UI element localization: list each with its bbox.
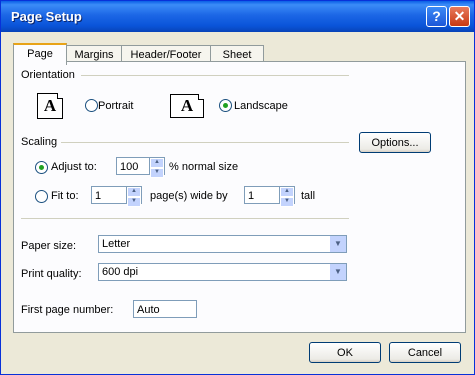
adjust-suffix-label: % normal size bbox=[169, 161, 239, 173]
spin-up-icon[interactable]: ▲ bbox=[150, 158, 164, 168]
print-quality-value: 600 dpi bbox=[102, 266, 139, 278]
fit-to-radio[interactable] bbox=[35, 190, 48, 203]
landscape-page-icon: A bbox=[170, 94, 204, 118]
orientation-divider bbox=[81, 75, 349, 77]
portrait-page-icon: A bbox=[37, 93, 63, 119]
first-page-number-label: First page number: bbox=[21, 304, 114, 316]
print-quality-select[interactable]: 600 dpi ▼ bbox=[98, 263, 347, 281]
adjust-to-label[interactable]: Adjust to: bbox=[51, 161, 97, 173]
ok-button[interactable]: OK bbox=[309, 342, 381, 363]
adjust-percent-spinner[interactable]: ▲ ▼ bbox=[150, 157, 165, 178]
adjust-to-radio[interactable] bbox=[35, 161, 48, 174]
spin-up-icon[interactable]: ▲ bbox=[280, 187, 294, 197]
first-page-number-input[interactable]: Auto bbox=[133, 300, 197, 318]
fit-to-label[interactable]: Fit to: bbox=[51, 190, 79, 202]
options-button[interactable]: Options... bbox=[359, 132, 431, 153]
fit-tall-input[interactable]: 1 bbox=[244, 186, 280, 204]
fit-wide-input[interactable]: 1 bbox=[91, 186, 127, 204]
chevron-down-icon[interactable]: ▼ bbox=[329, 264, 346, 280]
print-quality-label: Print quality: bbox=[21, 268, 82, 280]
fit-tall-spinner[interactable]: ▲ ▼ bbox=[280, 186, 295, 207]
adjust-percent-input[interactable]: 100 bbox=[116, 157, 150, 175]
page-setup-dialog: Page Setup ? ✕ Page Margins Header/Foote… bbox=[0, 0, 475, 375]
paper-size-value: Letter bbox=[102, 238, 131, 250]
spin-down-icon[interactable]: ▼ bbox=[280, 197, 294, 207]
section-divider bbox=[21, 218, 349, 219]
dialog-title: Page Setup bbox=[11, 9, 82, 24]
spin-down-icon[interactable]: ▼ bbox=[150, 168, 164, 178]
orientation-group-label: Orientation bbox=[21, 69, 75, 81]
help-button[interactable]: ? bbox=[426, 6, 447, 27]
cancel-button[interactable]: Cancel bbox=[389, 342, 461, 363]
portrait-radio[interactable] bbox=[85, 99, 98, 112]
fit-tall-suffix-label: tall bbox=[301, 190, 316, 202]
close-button[interactable]: ✕ bbox=[449, 6, 470, 27]
scaling-divider bbox=[61, 142, 349, 144]
fit-wide-suffix-label: page(s) wide by bbox=[150, 190, 228, 202]
tab-page[interactable]: Page bbox=[13, 43, 67, 65]
portrait-label[interactable]: Portrait bbox=[98, 100, 133, 112]
paper-size-select[interactable]: Letter ▼ bbox=[98, 235, 347, 253]
landscape-radio[interactable] bbox=[219, 99, 232, 112]
title-bar[interactable]: Page Setup ? ✕ bbox=[1, 1, 474, 32]
scaling-group-label: Scaling bbox=[21, 136, 58, 148]
fit-wide-spinner[interactable]: ▲ ▼ bbox=[127, 186, 142, 207]
spin-down-icon[interactable]: ▼ bbox=[127, 197, 141, 207]
paper-size-label: Paper size: bbox=[21, 240, 77, 252]
landscape-label[interactable]: Landscape bbox=[234, 100, 288, 112]
chevron-down-icon[interactable]: ▼ bbox=[329, 236, 346, 252]
spin-up-icon[interactable]: ▲ bbox=[127, 187, 141, 197]
